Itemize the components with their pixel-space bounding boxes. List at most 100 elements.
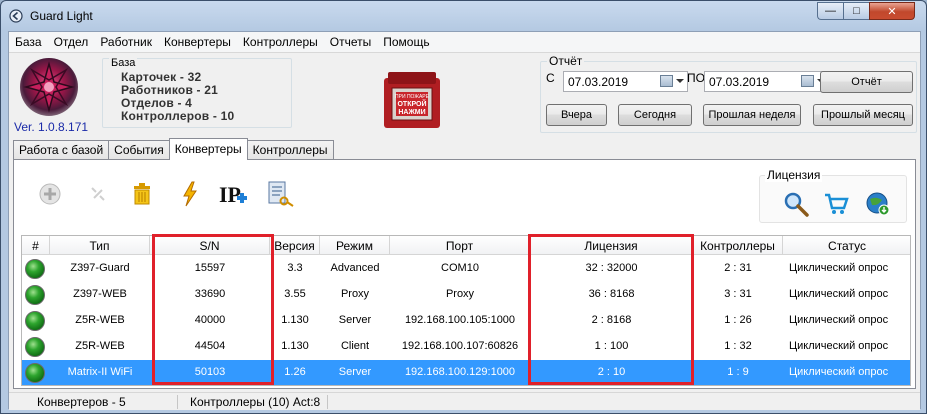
cell-license: 2 : 8168 (591, 314, 632, 326)
status-separator (177, 395, 178, 409)
date-from-label: С (546, 71, 555, 85)
fire-alarm-icon: ПРИ ПОЖАРЕ ОТКРОЙ НАЖМИ (384, 72, 440, 128)
table-header: # Тип S/N Версия Режим Порт Лицензия Кон… (22, 236, 910, 255)
cell-mode: Server (338, 314, 372, 326)
maximize-icon: □ (853, 5, 860, 17)
last-week-button[interactable]: Прошлая неделя (703, 104, 801, 126)
cell-port: Proxy (445, 288, 475, 300)
menu-department[interactable]: Отдел (48, 32, 95, 53)
document-key-icon[interactable] (263, 178, 295, 210)
close-icon: ✕ (887, 5, 897, 18)
calendar-icon[interactable] (801, 75, 814, 87)
logo-star-icon (23, 61, 75, 113)
app-logo-icon (9, 9, 23, 23)
today-button[interactable]: Сегодня (618, 104, 692, 126)
cell-status: Циклический опрос (789, 288, 889, 300)
date-to-picker[interactable]: 07.03.2019 (704, 71, 829, 92)
status-bar: Конвертеров - 5 Контроллеры (10) Act:8 (9, 392, 920, 410)
cell-status: Циклический опрос (789, 366, 889, 378)
globe-download-icon[interactable] (864, 190, 892, 218)
report-legend: Отчёт (547, 54, 585, 68)
lightning-icon[interactable] (174, 178, 206, 210)
cell-license: 32 : 32000 (585, 262, 638, 274)
tab-converters[interactable]: Конвертеры (168, 138, 248, 160)
dropdown-arrow-icon[interactable] (676, 79, 684, 83)
report-button[interactable]: Отчёт (820, 71, 913, 93)
cell-sn: 40000 (194, 314, 226, 326)
status-led-icon (25, 285, 45, 305)
cell-mode: Client (340, 340, 370, 352)
minimize-button[interactable]: — (817, 2, 843, 20)
table-row[interactable]: Z397-Guard 15597 3.3 Advanced COM10 32 :… (22, 256, 910, 281)
converters-panel: IP Лицензия # Тип S/N Версия Режим Порт … (13, 159, 916, 389)
menu-controllers[interactable]: Контроллеры (237, 32, 324, 53)
window-title: Guard Light (30, 9, 93, 23)
report-group: Отчёт С 07.03.2019 ПО 07.03.2019 Отчёт В… (540, 54, 917, 133)
column-header-port[interactable]: Порт (390, 236, 530, 255)
cell-type: Matrix-II WiFi (67, 366, 133, 378)
cards-count: Карточек - 32 (121, 70, 202, 84)
ip-config-icon[interactable]: IP (217, 178, 249, 210)
svg-text:IP: IP (219, 182, 241, 207)
version-label: Ver. 1.0.8.171 (14, 120, 89, 134)
column-header-sn[interactable]: S/N (150, 236, 270, 255)
cell-version: 3.3 (287, 262, 303, 274)
main-window: Guard Light — □ ✕ База Отдел Работник Ко… (0, 0, 927, 414)
cell-sn: 33690 (194, 288, 226, 300)
cell-mode: Advanced (330, 262, 380, 274)
status-separator (327, 395, 328, 409)
menu-reports[interactable]: Отчеты (324, 32, 377, 53)
date-from-picker[interactable]: 07.03.2019 (563, 71, 688, 92)
status-led-icon (25, 337, 45, 357)
cell-port: COM10 (441, 262, 479, 274)
column-header-type[interactable]: Тип (50, 236, 150, 255)
cell-mode: Server (338, 366, 372, 378)
status-led-icon (25, 311, 45, 331)
table-row[interactable]: Z397-WEB 33690 3.55 Proxy Proxy 36 : 816… (22, 282, 910, 307)
title-bar[interactable]: Guard Light — □ ✕ (1, 1, 926, 31)
last-month-button[interactable]: Прошлый месяц (813, 104, 913, 126)
cell-version: 1.26 (284, 366, 306, 378)
column-header-version[interactable]: Версия (270, 236, 320, 255)
menu-base[interactable]: База (9, 32, 48, 53)
disconnect-icon[interactable] (82, 178, 114, 210)
tab-events[interactable]: События (108, 140, 170, 159)
delete-trash-icon[interactable] (126, 178, 158, 210)
minimize-icon: — (825, 5, 836, 17)
cell-controllers: 2 : 31 (724, 262, 752, 274)
database-legend: База (109, 57, 138, 69)
add-icon[interactable] (34, 178, 66, 210)
status-led-icon (25, 259, 45, 279)
tab-database-work[interactable]: Работа с базой (13, 140, 110, 159)
column-header-controllers[interactable]: Контроллеры (693, 236, 783, 255)
controllers-count: Контроллеров - 10 (121, 109, 235, 123)
database-info-group: База Карточек - 32 Работников - 21 Отдел… (102, 57, 292, 128)
maximize-button[interactable]: □ (843, 2, 869, 20)
search-license-icon[interactable] (782, 190, 810, 218)
license-legend: Лицензия (765, 168, 823, 182)
column-header-mode[interactable]: Режим (320, 236, 390, 255)
cart-icon[interactable] (822, 190, 850, 218)
menu-employee[interactable]: Работник (94, 32, 158, 53)
column-header-number[interactable]: # (22, 236, 50, 255)
guard-logo (20, 58, 78, 116)
menu-converters[interactable]: Конвертеры (158, 32, 237, 53)
cell-controllers: 1 : 9 (727, 366, 749, 378)
departments-count: Отделов - 4 (121, 96, 193, 110)
license-group: Лицензия (759, 168, 907, 223)
cell-status: Циклический опрос (789, 340, 889, 352)
menu-help[interactable]: Помощь (377, 32, 435, 53)
calendar-icon[interactable] (660, 75, 673, 87)
table-row[interactable]: Z5R-WEB 44504 1.130 Client 192.168.100.1… (22, 334, 910, 359)
table-row-selected[interactable]: Matrix-II WiFi 50103 1.26 Server 192.168… (22, 360, 910, 385)
yesterday-button[interactable]: Вчера (546, 104, 607, 126)
close-button[interactable]: ✕ (869, 2, 915, 20)
cell-port: 192.168.100.129:1000 (404, 366, 516, 378)
date-to-value: 07.03.2019 (709, 75, 770, 89)
table-row[interactable]: Z5R-WEB 40000 1.130 Server 192.168.100.1… (22, 308, 910, 333)
tab-controllers[interactable]: Контроллеры (246, 140, 334, 159)
controllers-active-status: Контроллеры (10) Act:8 (190, 395, 321, 409)
column-header-status[interactable]: Статус (783, 236, 911, 255)
employees-count: Работников - 21 (121, 83, 219, 97)
column-header-license[interactable]: Лицензия (530, 236, 693, 255)
